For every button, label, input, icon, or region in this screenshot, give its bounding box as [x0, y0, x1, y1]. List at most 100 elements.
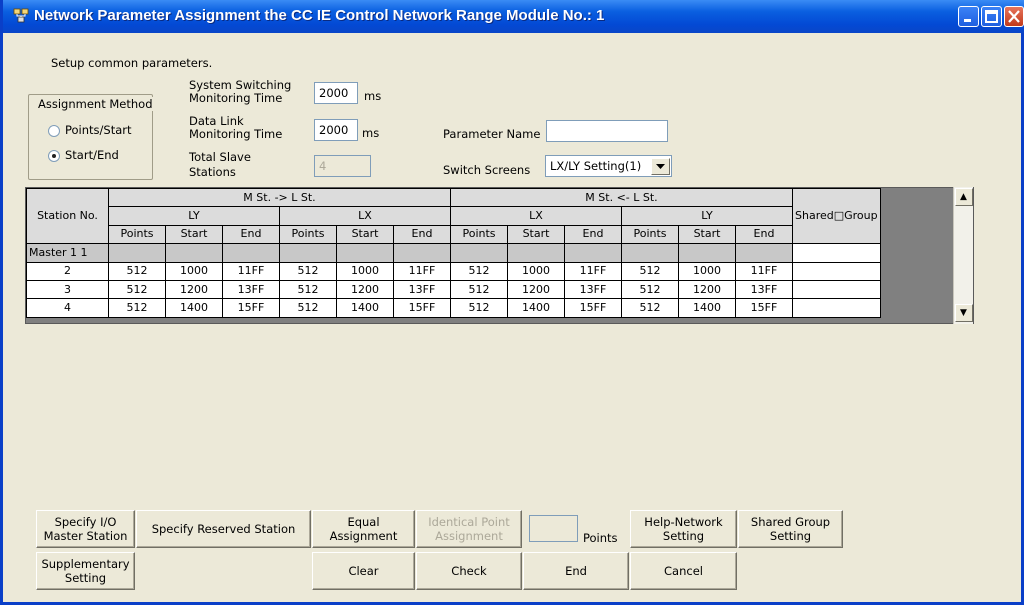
close-button[interactable] [1004, 6, 1024, 27]
table-cell[interactable]: 15FF [564, 298, 622, 318]
shared-group-setting-button[interactable]: Shared Group Setting [738, 510, 843, 548]
table-cell[interactable]: 15FF [393, 298, 451, 318]
table-cell[interactable] [678, 243, 736, 263]
table-cell[interactable]: 1400 [507, 298, 565, 318]
scroll-up-button[interactable]: ▲ [955, 188, 973, 206]
table-cell[interactable]: 15FF [735, 298, 793, 318]
table-cell[interactable] [621, 243, 679, 263]
station-cell: Master 1 1 [26, 243, 109, 263]
table-cell[interactable] [393, 243, 451, 263]
table-cell[interactable]: 15FF [222, 298, 280, 318]
shared-group-cell[interactable] [792, 243, 881, 263]
table-cell[interactable]: 11FF [735, 261, 793, 281]
switch-screens-value: LX/LY Setting(1) [550, 159, 642, 173]
check-button[interactable]: Check [416, 552, 522, 590]
end-button[interactable]: End [523, 552, 629, 590]
shared-group-cell[interactable] [792, 261, 881, 281]
table-cell[interactable]: 512 [621, 261, 679, 281]
chevron-down-icon[interactable] [651, 158, 670, 175]
table-cell[interactable]: 512 [450, 279, 508, 300]
points-start-radio[interactable] [48, 125, 60, 137]
table-cell[interactable] [279, 243, 337, 263]
specify-io-label-1: Specify I/O [54, 515, 117, 529]
table-cell[interactable]: 1400 [678, 298, 736, 318]
table-cell[interactable]: 11FF [564, 261, 622, 281]
table-row: Master 1 1 [26, 243, 961, 263]
close-icon [1008, 10, 1020, 23]
l-to-m-header: M St. <- L St. [450, 188, 793, 208]
shared-group-cell[interactable] [792, 298, 881, 318]
table-cell[interactable]: 13FF [393, 279, 451, 300]
points-input[interactable] [529, 515, 578, 542]
lx-receive-header: LX [450, 206, 622, 226]
total-slave-label-1: Total Slave [189, 150, 251, 164]
table-cell[interactable]: 512 [279, 298, 337, 318]
table-cell[interactable]: 512 [450, 298, 508, 318]
scroll-down-button[interactable]: ▼ [955, 304, 973, 322]
maximize-button[interactable] [981, 6, 1002, 27]
table-cell[interactable]: 1000 [678, 261, 736, 281]
table-cell[interactable] [450, 243, 508, 263]
clear-button[interactable]: Clear [312, 552, 415, 590]
table-cell[interactable]: 11FF [222, 261, 280, 281]
system-switching-input[interactable]: 2000 [314, 82, 358, 104]
col-header: Start [678, 224, 736, 245]
title-bar[interactable]: Network Parameter Assignment the CC IE C… [3, 0, 1024, 33]
table-cell[interactable]: 1200 [678, 279, 736, 300]
points-start-label[interactable]: Points/Start [65, 123, 132, 137]
grid-vertical-scrollbar[interactable]: ▲ ▼ [953, 187, 973, 324]
data-link-label-2: Monitoring Time [189, 127, 283, 141]
table-cell[interactable] [735, 243, 793, 263]
specify-io-master-button[interactable]: Specify I/O Master Station [36, 510, 135, 548]
table-cell[interactable]: 512 [279, 279, 337, 300]
table-cell[interactable]: 512 [108, 279, 166, 300]
table-cell[interactable]: 13FF [735, 279, 793, 300]
table-cell[interactable]: 13FF [222, 279, 280, 300]
table-cell[interactable]: 1200 [336, 279, 394, 300]
table-cell[interactable]: 11FF [393, 261, 451, 281]
table-cell[interactable]: 13FF [564, 279, 622, 300]
specify-io-label-2: Master Station [43, 529, 128, 543]
table-cell[interactable] [507, 243, 565, 263]
maximize-icon [985, 10, 998, 23]
equal-assignment-button[interactable]: Equal Assignment [312, 510, 415, 548]
table-cell[interactable]: 1400 [165, 298, 223, 318]
start-end-radio[interactable] [48, 150, 60, 162]
table-cell[interactable]: 512 [108, 261, 166, 281]
table-cell[interactable]: 512 [279, 261, 337, 281]
lx-send-header: LX [279, 206, 451, 226]
specify-reserved-button[interactable]: Specify Reserved Station [136, 510, 311, 548]
table-cell[interactable] [222, 243, 280, 263]
table-cell[interactable]: 512 [621, 298, 679, 318]
table-cell[interactable]: 1200 [507, 279, 565, 300]
table-cell[interactable] [336, 243, 394, 263]
shared-group-cell[interactable] [792, 279, 881, 300]
table-cell[interactable]: 512 [621, 279, 679, 300]
table-cell[interactable]: 512 [108, 298, 166, 318]
table-cell[interactable]: 1200 [165, 279, 223, 300]
equal-label-1: Equal [347, 515, 380, 529]
table-cell[interactable] [165, 243, 223, 263]
start-end-label[interactable]: Start/End [65, 148, 119, 162]
points-label: Points [583, 531, 618, 545]
table-cell[interactable]: 1400 [336, 298, 394, 318]
table-cell[interactable] [108, 243, 166, 263]
table-cell[interactable]: 1000 [507, 261, 565, 281]
table-cell[interactable]: 512 [450, 261, 508, 281]
minimize-button[interactable] [958, 6, 979, 27]
data-link-input[interactable]: 2000 [314, 119, 358, 141]
table-cell[interactable]: 1000 [165, 261, 223, 281]
station-table: Station No. M St. -> L St. M St. <- L St… [26, 188, 961, 318]
col-header: End [393, 224, 451, 245]
parameter-name-input[interactable] [546, 120, 668, 142]
cancel-button[interactable]: Cancel [630, 552, 737, 590]
identical-point-button[interactable]: Identical Point Assignment [416, 510, 522, 548]
data-link-unit: ms [362, 126, 380, 140]
total-slave-input: 4 [314, 155, 371, 177]
supplementary-setting-button[interactable]: Supplementary Setting [36, 552, 135, 590]
setup-text: Setup common parameters. [51, 56, 213, 70]
table-cell[interactable]: 1000 [336, 261, 394, 281]
table-cell[interactable] [564, 243, 622, 263]
help-network-button[interactable]: Help-Network Setting [630, 510, 737, 548]
arrow-up-icon: ▲ [960, 192, 967, 202]
